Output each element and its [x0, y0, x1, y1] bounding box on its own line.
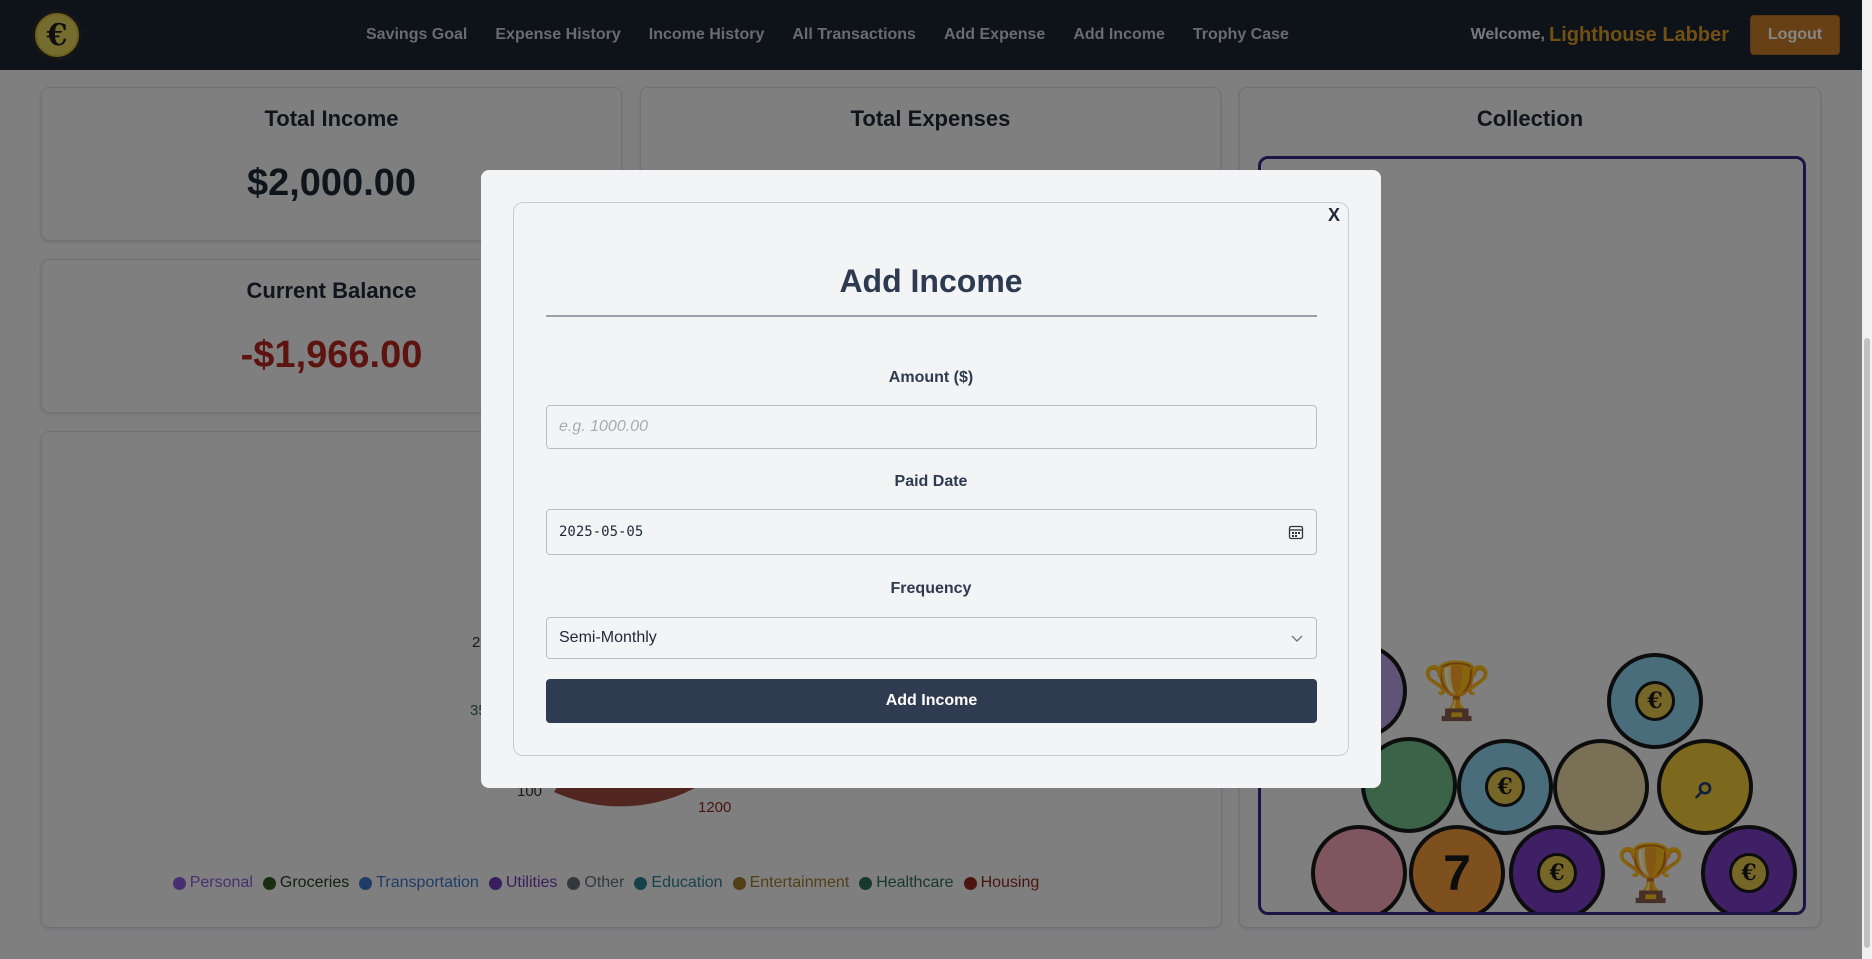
- paid-date-input[interactable]: 2025-05-05: [546, 509, 1317, 555]
- calendar-icon[interactable]: [1288, 524, 1304, 540]
- frequency-label: Frequency: [890, 580, 972, 597]
- amount-placeholder: e.g. 1000.00: [559, 418, 648, 435]
- title-divider: [546, 315, 1317, 317]
- frequency-select[interactable]: Semi-Monthly: [546, 617, 1317, 659]
- amount-input[interactable]: e.g. 1000.00: [546, 405, 1317, 449]
- chevron-down-icon: [1290, 631, 1304, 645]
- add-income-modal: X Add Income Amount ($) e.g. 1000.00 Pai…: [481, 170, 1381, 788]
- add-income-form: X Add Income Amount ($) e.g. 1000.00 Pai…: [513, 202, 1349, 756]
- add-income-button[interactable]: Add Income: [546, 679, 1317, 723]
- amount-label: Amount ($): [888, 369, 974, 386]
- close-button[interactable]: X: [1328, 205, 1340, 226]
- modal-title: Add Income: [839, 263, 1023, 299]
- page-scrollbar[interactable]: [1862, 0, 1872, 959]
- frequency-value: Semi-Monthly: [559, 629, 657, 646]
- paid-date-label: Paid Date: [894, 473, 968, 490]
- scrollbar-thumb[interactable]: [1864, 338, 1870, 948]
- paid-date-value: 2025-05-05: [559, 524, 644, 540]
